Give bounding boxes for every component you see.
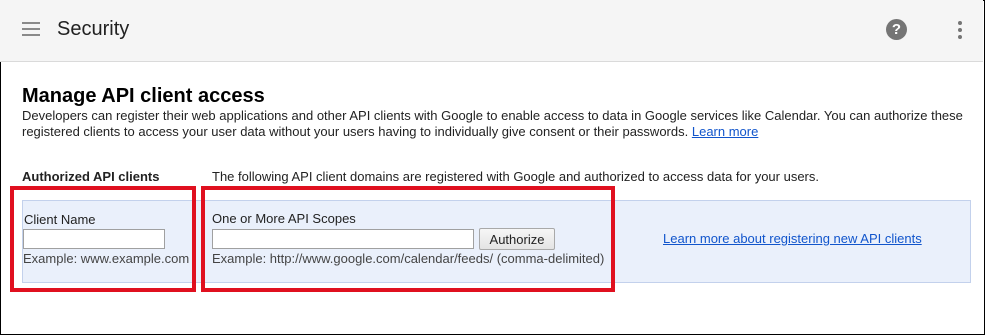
authorized-clients-description: The following API client domains are reg…: [212, 169, 819, 184]
page-title: Security: [57, 18, 130, 40]
help-icon[interactable]: ?: [886, 19, 907, 40]
learn-more-link[interactable]: Learn more: [692, 124, 758, 139]
authorized-clients-label: Authorized API clients: [22, 169, 160, 184]
section-description: Developers can register their web applic…: [22, 108, 972, 140]
api-scopes-highlight-box: [201, 186, 615, 292]
top-bar: Security ?: [0, 0, 983, 62]
client-name-highlight-box: [10, 186, 196, 292]
section-title: Manage API client access: [22, 85, 265, 107]
section-description-text: Developers can register their web applic…: [22, 108, 963, 139]
hamburger-menu-icon[interactable]: [22, 22, 40, 36]
learn-more-api-clients-link[interactable]: Learn more about registering new API cli…: [663, 231, 922, 246]
more-vert-icon[interactable]: [956, 21, 964, 39]
